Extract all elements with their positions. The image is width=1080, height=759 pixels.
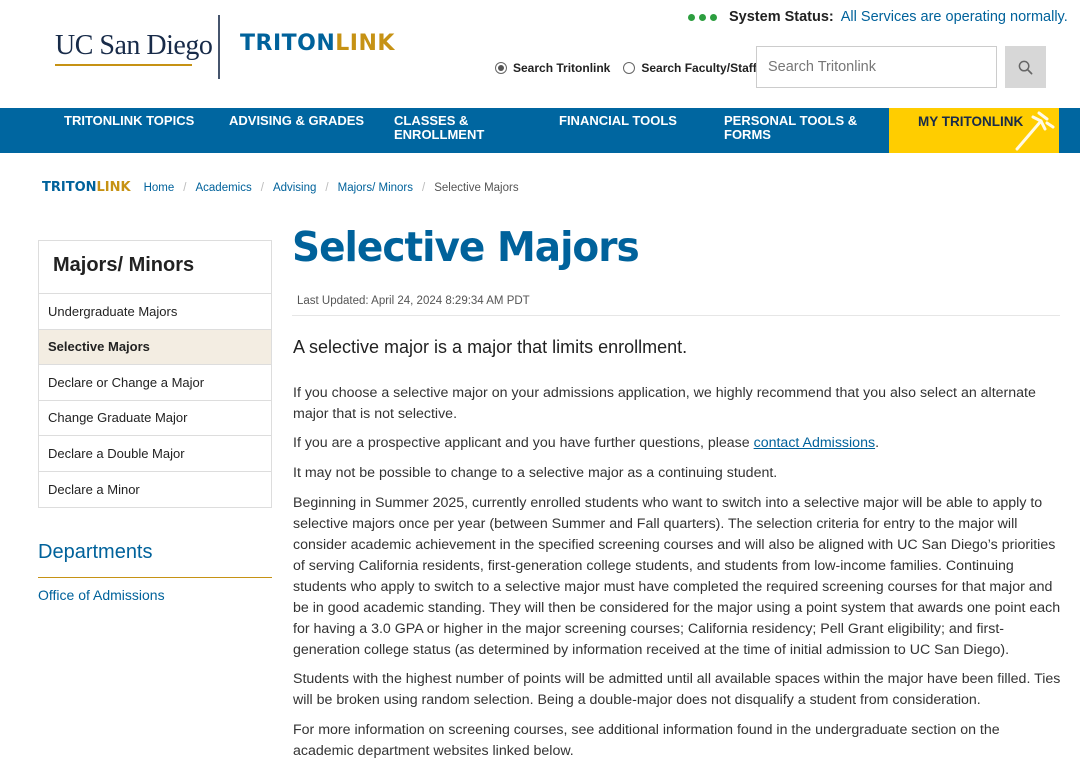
- departments-heading: Departments: [38, 541, 153, 563]
- nav-financial-tools[interactable]: FINANCIAL TOOLS: [559, 114, 677, 128]
- sidebar-item-change-graduate-major[interactable]: Change Graduate Major: [39, 401, 271, 436]
- breadcrumb-home[interactable]: Home: [144, 182, 175, 194]
- status-message[interactable]: All Services are operating normally.: [841, 9, 1068, 25]
- office-of-admissions-link[interactable]: Office of Admissions: [38, 587, 165, 603]
- lead-paragraph: A selective major is a major that limits…: [293, 337, 688, 357]
- sidebar-item-declare-double-major[interactable]: Declare a Double Major: [39, 436, 271, 472]
- nav-label-line2: ENROLLMENT: [394, 127, 485, 142]
- breadcrumb-separator: /: [422, 181, 426, 194]
- status-label: System Status:: [729, 9, 834, 25]
- tritonlink-logo-part2: LINK: [335, 31, 395, 56]
- paragraph-text: .: [875, 435, 880, 451]
- radio-search-faculty[interactable]: Search Faculty/Staff: [623, 61, 757, 75]
- nav-advising-grades[interactable]: ADVISING & GRADES: [229, 114, 364, 128]
- search-input[interactable]: [756, 46, 997, 88]
- my-tritonlink-label: MY TRITONLINK: [918, 114, 1024, 129]
- last-updated: Last Updated: April 24, 2024 8:29:34 AM …: [297, 295, 530, 307]
- breadcrumb-majors-minors[interactable]: Majors/ Minors: [338, 182, 413, 194]
- sidebar-item-declare-minor[interactable]: Declare a Minor: [39, 472, 271, 508]
- nav-label: TRITONLINK TOPICS: [64, 113, 195, 128]
- nav-label: ADVISING & GRADES: [229, 113, 365, 128]
- ucsd-logo-text: UC San Diego: [55, 30, 213, 61]
- sidebar-nav: Majors/ Minors Undergraduate Majors Sele…: [38, 240, 272, 508]
- nav-tritonlink-topics[interactable]: TRITONLINK TOPICS: [64, 114, 194, 128]
- ucsd-logo-underline: [55, 64, 192, 66]
- search-scope: Search Tritonlink Search Faculty/Staff: [495, 61, 770, 75]
- trident-icon: [1015, 111, 1055, 151]
- breadcrumb-advising[interactable]: Advising: [273, 182, 316, 194]
- paragraph-contact-admissions: If you are a prospective applicant and y…: [293, 433, 1061, 454]
- breadcrumb-brand[interactable]: TRITONLINK: [42, 180, 131, 195]
- nav-label-line2: FORMS: [724, 127, 771, 142]
- sidebar-title: Majors/ Minors: [39, 241, 271, 294]
- radio-unchecked-icon[interactable]: [623, 62, 636, 74]
- breadcrumb-brand-part2: LINK: [96, 180, 131, 195]
- search-button[interactable]: [1005, 46, 1046, 88]
- paragraph-text: If you are a prospective applicant and y…: [293, 435, 754, 451]
- sidebar-item-undergraduate-majors[interactable]: Undergraduate Majors: [39, 294, 271, 330]
- sidebar-item-declare-change-major[interactable]: Declare or Change a Major: [39, 365, 271, 401]
- system-status: System Status: All Services are operatin…: [688, 9, 1068, 25]
- paragraph-screening-courses: For more information on screening course…: [293, 722, 1000, 759]
- search-icon: [1018, 60, 1033, 74]
- departments-divider: [38, 577, 272, 578]
- sidebar-item-selective-majors[interactable]: Selective Majors: [39, 329, 271, 365]
- radio-search-tritonlink[interactable]: Search Tritonlink: [495, 61, 610, 75]
- tritonlink-logo-part1: TRITON: [240, 31, 336, 56]
- status-dots-icon: [688, 13, 717, 21]
- main-nav: TRITONLINK TOPICS ADVISING & GRADES CLAS…: [0, 108, 1080, 153]
- nav-my-tritonlink[interactable]: MY TRITONLINK: [889, 108, 1059, 153]
- contact-admissions-link[interactable]: contact Admissions: [754, 435, 875, 451]
- breadcrumb-separator: /: [260, 181, 264, 194]
- radio-checked-icon[interactable]: [495, 62, 507, 74]
- nav-classes-enrollment[interactable]: CLASSES & ENROLLMENT: [394, 114, 484, 142]
- paragraph-alternate-major: If you choose a selective major on your …: [293, 385, 1036, 422]
- tritonlink-logo[interactable]: TRITONLINK: [240, 31, 395, 56]
- paragraph-points-ties: Students with the highest number of poin…: [293, 671, 1061, 708]
- nav-personal-tools-forms[interactable]: PERSONAL TOOLS & FORMS: [724, 114, 857, 142]
- breadcrumb: TRITONLINK Home / Academics / Advising /…: [42, 180, 519, 195]
- breadcrumb-separator: /: [183, 181, 187, 194]
- logo-divider: [218, 15, 220, 79]
- breadcrumb-brand-part1: TRITON: [42, 180, 97, 195]
- breadcrumb-separator: /: [325, 181, 329, 194]
- title-divider: [292, 315, 1060, 316]
- site-header: UC San Diego TRITONLINK System Status: A…: [0, 0, 1080, 108]
- nav-label: PERSONAL TOOLS &: [724, 113, 858, 128]
- ucsd-logo[interactable]: UC San Diego: [55, 30, 213, 66]
- paragraph-continuing-student: It may not be possible to change to a se…: [293, 465, 778, 481]
- radio-search-faculty-label: Search Faculty/Staff: [641, 61, 757, 75]
- breadcrumb-current: Selective Majors: [434, 181, 519, 194]
- nav-label: CLASSES &: [394, 113, 469, 128]
- nav-label: FINANCIAL TOOLS: [559, 113, 677, 128]
- breadcrumb-academics[interactable]: Academics: [195, 182, 251, 194]
- paragraph-summer-2025: Beginning in Summer 2025, currently enro…: [293, 495, 1061, 658]
- radio-search-tritonlink-label: Search Tritonlink: [513, 61, 611, 75]
- page-title: Selective Majors: [292, 224, 640, 272]
